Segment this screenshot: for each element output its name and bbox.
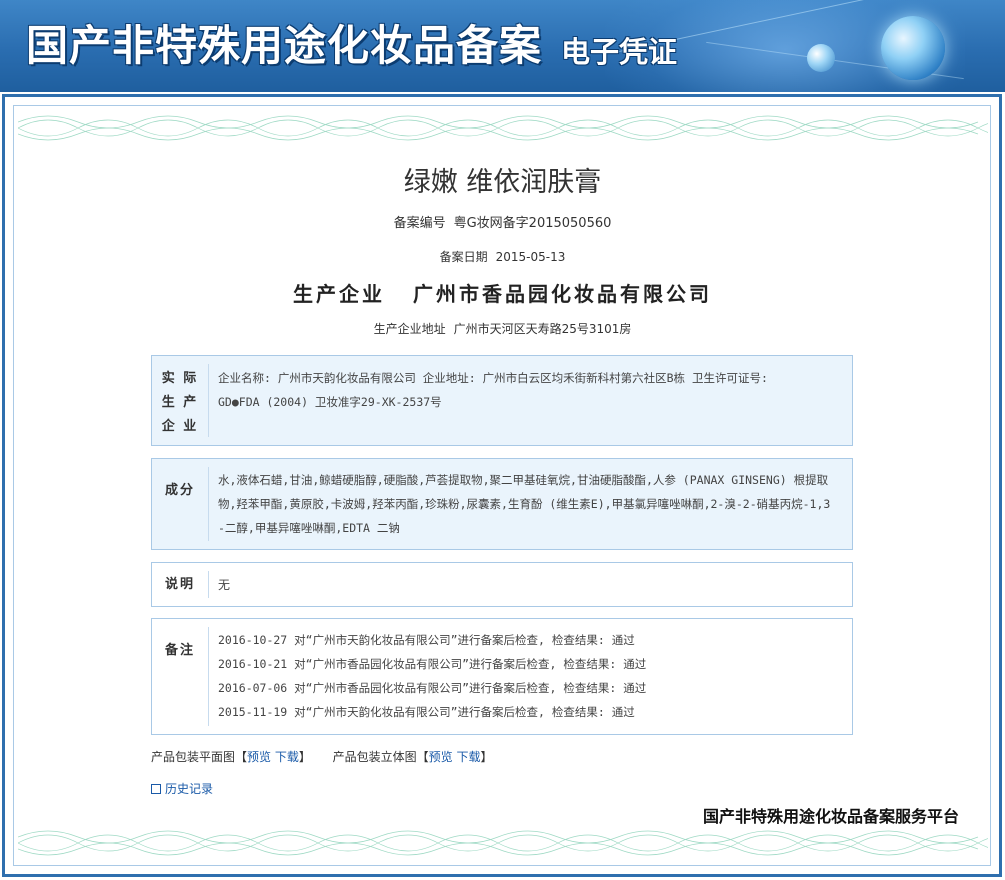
actual-producer-heading-line: 生 产: [161, 394, 199, 410]
header-subtitle: 电子凭证: [561, 35, 678, 69]
solid-download-link[interactable]: 下载: [456, 750, 480, 764]
product-name: 绿嫩 维依润肤膏: [403, 167, 602, 198]
notes-section: 说明 无: [151, 562, 853, 607]
flat-preview-link[interactable]: 预览: [247, 750, 271, 764]
ingredients-heading: 成分: [152, 467, 209, 541]
producer-label: 生产企业: [293, 282, 385, 306]
producer-address-line: 生产企业地址 广州市天河区天寿路25号3101房: [0, 320, 1005, 337]
history-link[interactable]: 历史记录: [151, 780, 213, 797]
record-number-label: 备案编号: [393, 216, 446, 231]
actual-producer-detail-line: GD●FDA (2004) 卫妆准字29-XK-2537号: [218, 395, 442, 409]
remarks-list: 2016-10-27 对“广州市天韵化妆品有限公司”进行备案后检查, 检查结果:…: [218, 628, 840, 724]
actual-producer-details: 企业名称: 广州市天韵化妆品有限公司 企业地址: 广州市白云区均禾街新科村第六社…: [218, 366, 840, 414]
packaging-links: 产品包装平面图【预览 下载】 产品包装立体图【预览 下载】: [151, 748, 492, 765]
remark-entry: 2016-07-06 对“广州市香品园化妆品有限公司”进行备案后检查, 检查结果…: [218, 681, 647, 695]
banner-globe-decoration: [881, 16, 945, 80]
producer-name: 广州市香品园化妆品有限公司: [413, 282, 712, 306]
flat-download-link[interactable]: 下载: [275, 750, 299, 764]
ingredients-list: 水,液体石蜡,甘油,鲸蜡硬脂醇,硬脂酸,芦荟提取物,聚二甲基硅氧烷,甘油硬脂酸酯…: [218, 468, 840, 540]
platform-name: 国产非特殊用途化妆品备案服务平台: [702, 807, 959, 826]
producer-address: 广州市天河区天寿路25号3101房: [453, 322, 632, 336]
guilloche-top-decoration: [18, 115, 988, 141]
header-title: 国产非特殊用途化妆品备案: [26, 21, 543, 70]
ingredients-line: -二醇,甲基异噻唑啉酮,EDTA 二钠: [218, 521, 400, 535]
actual-producer-section: 实 际 生 产 企 业 企业名称: 广州市天韵化妆品有限公司 企业地址: 广州市…: [151, 355, 853, 446]
producer-line: 生产企业 广州市香品园化妆品有限公司: [0, 278, 1005, 307]
ingredients-section: 成分 水,液体石蜡,甘油,鲸蜡硬脂醇,硬脂酸,芦荟提取物,聚二甲基硅氧烷,甘油硬…: [151, 458, 853, 550]
actual-producer-heading: 实 际 生 产 企 业: [152, 364, 209, 437]
solid-preview-link[interactable]: 预览: [429, 750, 453, 764]
external-window-icon: [151, 784, 161, 794]
bracket-open: 【: [416, 750, 429, 764]
record-date-label: 备案日期: [439, 250, 488, 264]
bracket-close: 】: [480, 750, 493, 764]
actual-producer-heading-line: 企 业: [161, 418, 199, 434]
actual-producer-detail-line: 企业名称: 广州市天韵化妆品有限公司 企业地址: 广州市白云区均禾街新科村第六社…: [218, 371, 768, 385]
remark-entry: 2016-10-27 对“广州市天韵化妆品有限公司”进行备案后检查, 检查结果:…: [218, 633, 635, 647]
packaging-flat-label: 产品包装平面图: [151, 750, 236, 764]
record-number-line: 备案编号 粤G妆网备字2015050560: [0, 212, 1005, 231]
bracket-close: 】: [298, 750, 311, 764]
record-number: 粤G妆网备字2015050560: [453, 216, 612, 231]
remark-entry: 2015-11-19 对“广州市天韵化妆品有限公司”进行备案后检查, 检查结果:…: [218, 705, 635, 719]
ingredients-line: 水,液体石蜡,甘油,鲸蜡硬脂醇,硬脂酸,芦荟提取物,聚二甲基硅氧烷,甘油硬脂酸酯…: [218, 473, 829, 487]
history-label[interactable]: 历史记录: [165, 782, 213, 796]
remarks-section: 备注 2016-10-27 对“广州市天韵化妆品有限公司”进行备案后检查, 检查…: [151, 618, 853, 735]
bracket-open: 【: [235, 750, 248, 764]
actual-producer-heading-line: 实 际: [161, 370, 199, 386]
record-date: 2015-05-13: [495, 250, 566, 264]
header-banner: 国产非特殊用途化妆品备案 电子凭证: [0, 0, 1005, 92]
ingredients-line: 物,羟苯甲酯,黄原胶,卡波姆,羟苯丙酯,珍珠粉,尿囊素,生育酚 (维生素E),甲…: [218, 497, 831, 511]
banner-orb-decoration: [807, 44, 835, 72]
record-date-line: 备案日期 2015-05-13: [0, 248, 1005, 265]
notes-value: 无: [218, 578, 231, 592]
notes-heading: 说明: [152, 571, 209, 598]
remark-entry: 2016-10-21 对“广州市香品园化妆品有限公司”进行备案后检查, 检查结果…: [218, 657, 647, 671]
remarks-heading: 备注: [152, 627, 209, 726]
guilloche-bottom-decoration: [18, 830, 988, 856]
packaging-solid-label: 产品包装立体图: [332, 750, 417, 764]
producer-address-label: 生产企业地址: [373, 322, 446, 336]
